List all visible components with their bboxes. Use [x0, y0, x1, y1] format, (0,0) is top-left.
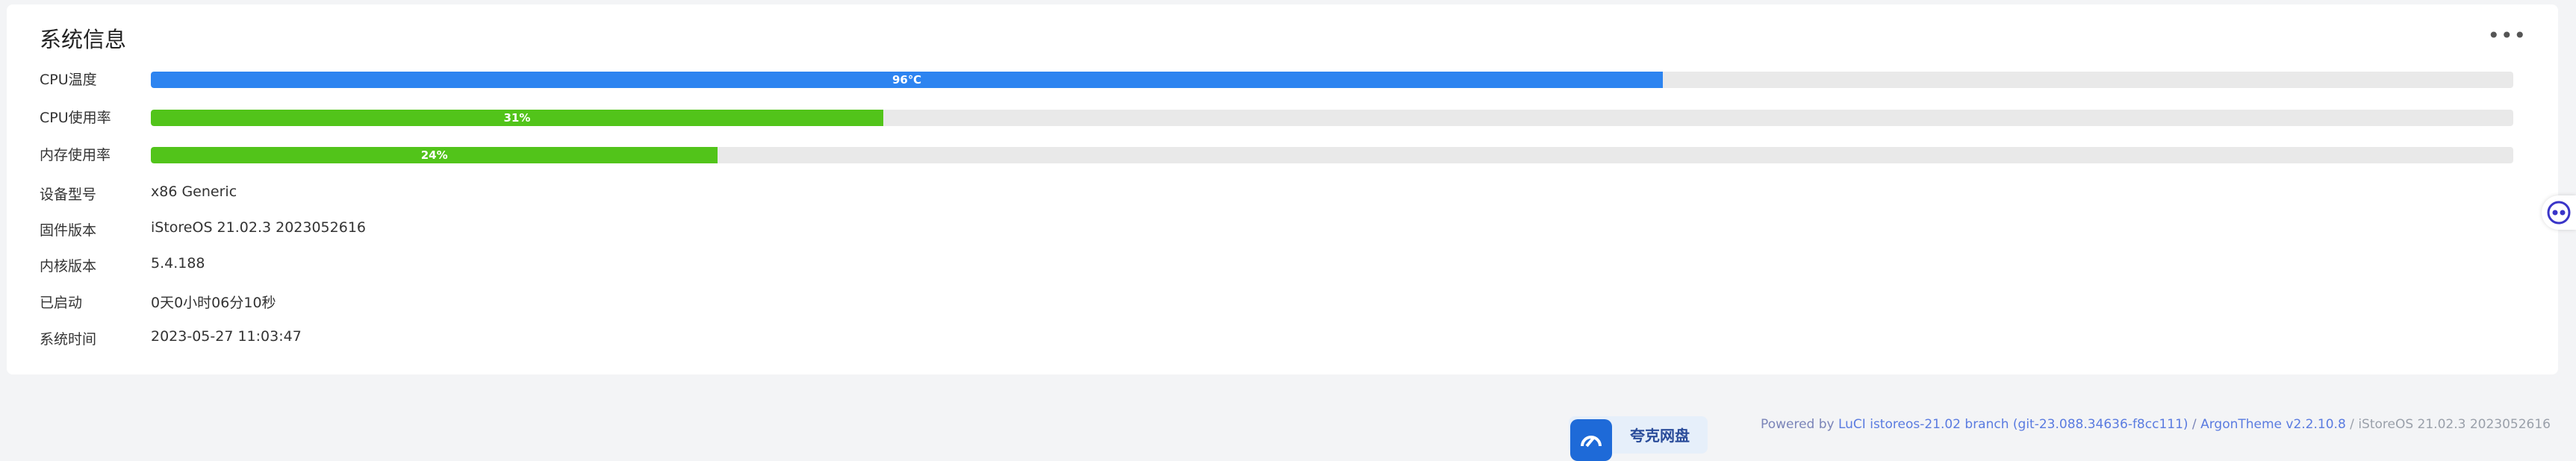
- quark-drive-button[interactable]: 夸克网盘: [1569, 416, 1708, 461]
- row-label: CPU使用率: [40, 110, 111, 126]
- badge-label: 夸克网盘: [1630, 427, 1690, 445]
- uptime-row: 已启动 0天0小时06分10秒: [40, 292, 2526, 314]
- bar-value: 24%: [420, 148, 448, 162]
- argon-theme-link[interactable]: ArgonTheme v2.2.10.8: [2200, 417, 2346, 432]
- row-value: 2023-05-27 11:03:47: [151, 328, 302, 345]
- cpu-usage-row: CPU使用率 31%: [40, 107, 2526, 129]
- bar-value: 31%: [503, 111, 531, 125]
- footer-version: iStoreOS 21.02.3 2023052616: [2358, 417, 2551, 432]
- cloud-icon: [1570, 419, 1612, 461]
- row-label: 已启动: [40, 295, 83, 311]
- eyes-icon: [2547, 201, 2571, 225]
- row-value: iStoreOS 21.02.3 2023052616: [151, 219, 366, 236]
- row-value: 0天0小时06分10秒: [151, 295, 276, 311]
- kernel-version-row: 内核版本 5.4.188: [40, 255, 2526, 277]
- card-title: 系统信息: [40, 27, 127, 52]
- bar-value: 96℃: [892, 73, 921, 87]
- more-menu-icon[interactable]: •••: [2487, 25, 2527, 46]
- row-value: x86 Generic: [151, 184, 237, 200]
- cpu-temp-row: CPU温度 96℃: [40, 69, 2526, 91]
- row-label: 设备型号: [40, 186, 97, 203]
- row-label: 系统时间: [40, 331, 97, 348]
- footer-powered-by: Powered by: [1761, 417, 1838, 432]
- bar-fill: 96℃: [151, 72, 1663, 88]
- footer: Powered by LuCI istoreos-21.02 branch (g…: [1761, 417, 2551, 432]
- footer-separator: /: [2345, 417, 2359, 432]
- row-label: 内核版本: [40, 258, 97, 275]
- device-model-row: 设备型号 x86 Generic: [40, 184, 2526, 206]
- memory-usage-row: 内存使用率 24%: [40, 144, 2526, 166]
- memory-usage-bar: 24%: [151, 147, 2513, 163]
- footer-separator: /: [2188, 417, 2201, 432]
- cpu-usage-bar: 31%: [151, 110, 2513, 126]
- row-label: 固件版本: [40, 222, 97, 239]
- luci-link[interactable]: LuCI istoreos-21.02 branch (git-23.088.3…: [1838, 417, 2188, 432]
- floating-assistant-button[interactable]: [2542, 195, 2576, 230]
- row-value: 5.4.188: [151, 255, 205, 272]
- system-time-row: 系统时间 2023-05-27 11:03:47: [40, 328, 2526, 351]
- cpu-temp-bar: 96℃: [151, 72, 2513, 88]
- row-label: CPU温度: [40, 72, 97, 88]
- bar-fill: 24%: [151, 147, 718, 163]
- bar-fill: 31%: [151, 110, 883, 126]
- firmware-version-row: 固件版本 iStoreOS 21.02.3 2023052616: [40, 219, 2526, 242]
- system-info-card: 系统信息 ••• CPU温度 96℃ CPU使用率 31% 内存使用率 24% …: [7, 4, 2558, 374]
- row-label: 内存使用率: [40, 147, 111, 163]
